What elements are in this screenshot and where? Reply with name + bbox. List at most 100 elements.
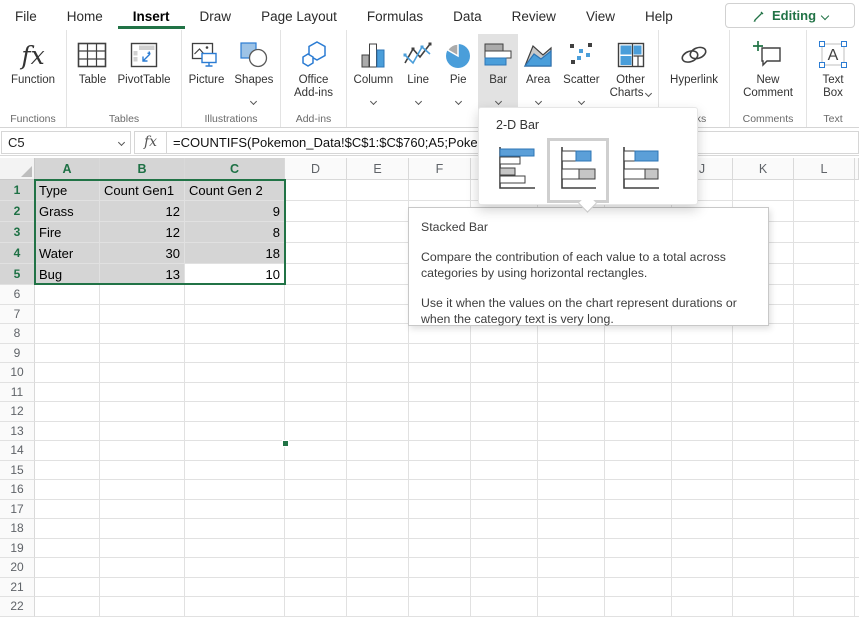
cell-K11[interactable]	[733, 383, 794, 403]
cell-F10[interactable]	[409, 363, 471, 383]
function-button[interactable]: fx Function	[6, 34, 60, 87]
line-chart-button[interactable]: Line	[398, 34, 438, 99]
cell-B7[interactable]	[100, 305, 185, 325]
cell-I19[interactable]	[605, 539, 672, 559]
new-comment-button[interactable]: NewComment	[738, 34, 798, 100]
cell-B5[interactable]: 13	[100, 264, 185, 285]
row-header-8[interactable]: 8	[0, 324, 35, 344]
bar-chart-button[interactable]: Bar	[478, 34, 518, 111]
cell-F17[interactable]	[409, 500, 471, 520]
cell-E10[interactable]	[347, 363, 409, 383]
cell-E19[interactable]	[347, 539, 409, 559]
cell-I9[interactable]	[605, 344, 672, 364]
cell-L2[interactable]	[794, 201, 855, 222]
cell-C1[interactable]: Count Gen 2	[185, 180, 285, 201]
cell-F21[interactable]	[409, 578, 471, 598]
cell-L22[interactable]	[794, 597, 855, 617]
row-header-14[interactable]: 14	[0, 441, 35, 461]
cell-L16[interactable]	[794, 480, 855, 500]
cell-L18[interactable]	[794, 519, 855, 539]
picture-button[interactable]: Picture	[184, 34, 230, 87]
cell-I10[interactable]	[605, 363, 672, 383]
pie-chart-button[interactable]: Pie	[438, 34, 478, 99]
fill-handle[interactable]	[282, 440, 289, 447]
cell-E18[interactable]	[347, 519, 409, 539]
cell-E11[interactable]	[347, 383, 409, 403]
cell-J13[interactable]	[672, 422, 733, 442]
cell-C20[interactable]	[185, 558, 285, 578]
cell-D17[interactable]	[285, 500, 347, 520]
cell-C11[interactable]	[185, 383, 285, 403]
column-header-F[interactable]: F	[409, 158, 471, 180]
cell-G20[interactable]	[471, 558, 538, 578]
cell-L1[interactable]	[794, 180, 855, 201]
cell-G12[interactable]	[471, 402, 538, 422]
row-header-6[interactable]: 6	[0, 285, 35, 305]
hyperlink-button[interactable]: Hyperlink	[665, 34, 723, 87]
row-header-5[interactable]: 5	[0, 264, 35, 285]
row-header-12[interactable]: 12	[0, 402, 35, 422]
cell-G21[interactable]	[471, 578, 538, 598]
cell-B21[interactable]	[100, 578, 185, 598]
cell-J16[interactable]	[672, 480, 733, 500]
cell-J15[interactable]	[672, 461, 733, 481]
cell-A21[interactable]	[35, 578, 100, 598]
cell-B10[interactable]	[100, 363, 185, 383]
cell-G18[interactable]	[471, 519, 538, 539]
row-header-22[interactable]: 22	[0, 597, 35, 617]
cell-I15[interactable]	[605, 461, 672, 481]
row-header-16[interactable]: 16	[0, 480, 35, 500]
cell-E15[interactable]	[347, 461, 409, 481]
row-header-9[interactable]: 9	[0, 344, 35, 364]
cell-E5[interactable]	[347, 264, 409, 285]
column-header-A[interactable]: A	[35, 158, 100, 180]
cell-E7[interactable]	[347, 305, 409, 325]
cell-H21[interactable]	[538, 578, 605, 598]
cell-J9[interactable]	[672, 344, 733, 364]
cell-C6[interactable]	[185, 285, 285, 305]
cell-C17[interactable]	[185, 500, 285, 520]
text-box-button[interactable]: A TextBox	[813, 34, 853, 100]
cell-K13[interactable]	[733, 422, 794, 442]
cell-C21[interactable]	[185, 578, 285, 598]
menu-item-data[interactable]: Data	[438, 2, 497, 29]
cell-C22[interactable]	[185, 597, 285, 617]
stacked-bar-option-hovered[interactable]	[547, 138, 609, 203]
cell-K18[interactable]	[733, 519, 794, 539]
cell-H22[interactable]	[538, 597, 605, 617]
cell-F11[interactable]	[409, 383, 471, 403]
cell-E16[interactable]	[347, 480, 409, 500]
cell-I13[interactable]	[605, 422, 672, 442]
cell-H17[interactable]	[538, 500, 605, 520]
cell-D21[interactable]	[285, 578, 347, 598]
cell-F14[interactable]	[409, 441, 471, 461]
cell-E22[interactable]	[347, 597, 409, 617]
cell-H20[interactable]	[538, 558, 605, 578]
cell-H10[interactable]	[538, 363, 605, 383]
menu-item-view[interactable]: View	[571, 2, 630, 29]
cell-D15[interactable]	[285, 461, 347, 481]
cell-E12[interactable]	[347, 402, 409, 422]
cell-G17[interactable]	[471, 500, 538, 520]
cell-B3[interactable]: 12	[100, 222, 185, 243]
cell-D16[interactable]	[285, 480, 347, 500]
cell-L21[interactable]	[794, 578, 855, 598]
cell-E6[interactable]	[347, 285, 409, 305]
column-chart-button[interactable]: Column	[349, 34, 399, 99]
cell-B16[interactable]	[100, 480, 185, 500]
cell-C10[interactable]	[185, 363, 285, 383]
cell-C19[interactable]	[185, 539, 285, 559]
cell-D18[interactable]	[285, 519, 347, 539]
cell-I16[interactable]	[605, 480, 672, 500]
cell-H12[interactable]	[538, 402, 605, 422]
cell-B22[interactable]	[100, 597, 185, 617]
row-header-20[interactable]: 20	[0, 558, 35, 578]
area-chart-button[interactable]: Area	[518, 34, 558, 99]
name-box[interactable]: C5	[1, 131, 131, 154]
cell-L9[interactable]	[794, 344, 855, 364]
cell-J14[interactable]	[672, 441, 733, 461]
cell-D8[interactable]	[285, 324, 347, 344]
cell-B18[interactable]	[100, 519, 185, 539]
office-addins-button[interactable]: OfficeAdd-ins	[289, 34, 338, 100]
cell-J11[interactable]	[672, 383, 733, 403]
